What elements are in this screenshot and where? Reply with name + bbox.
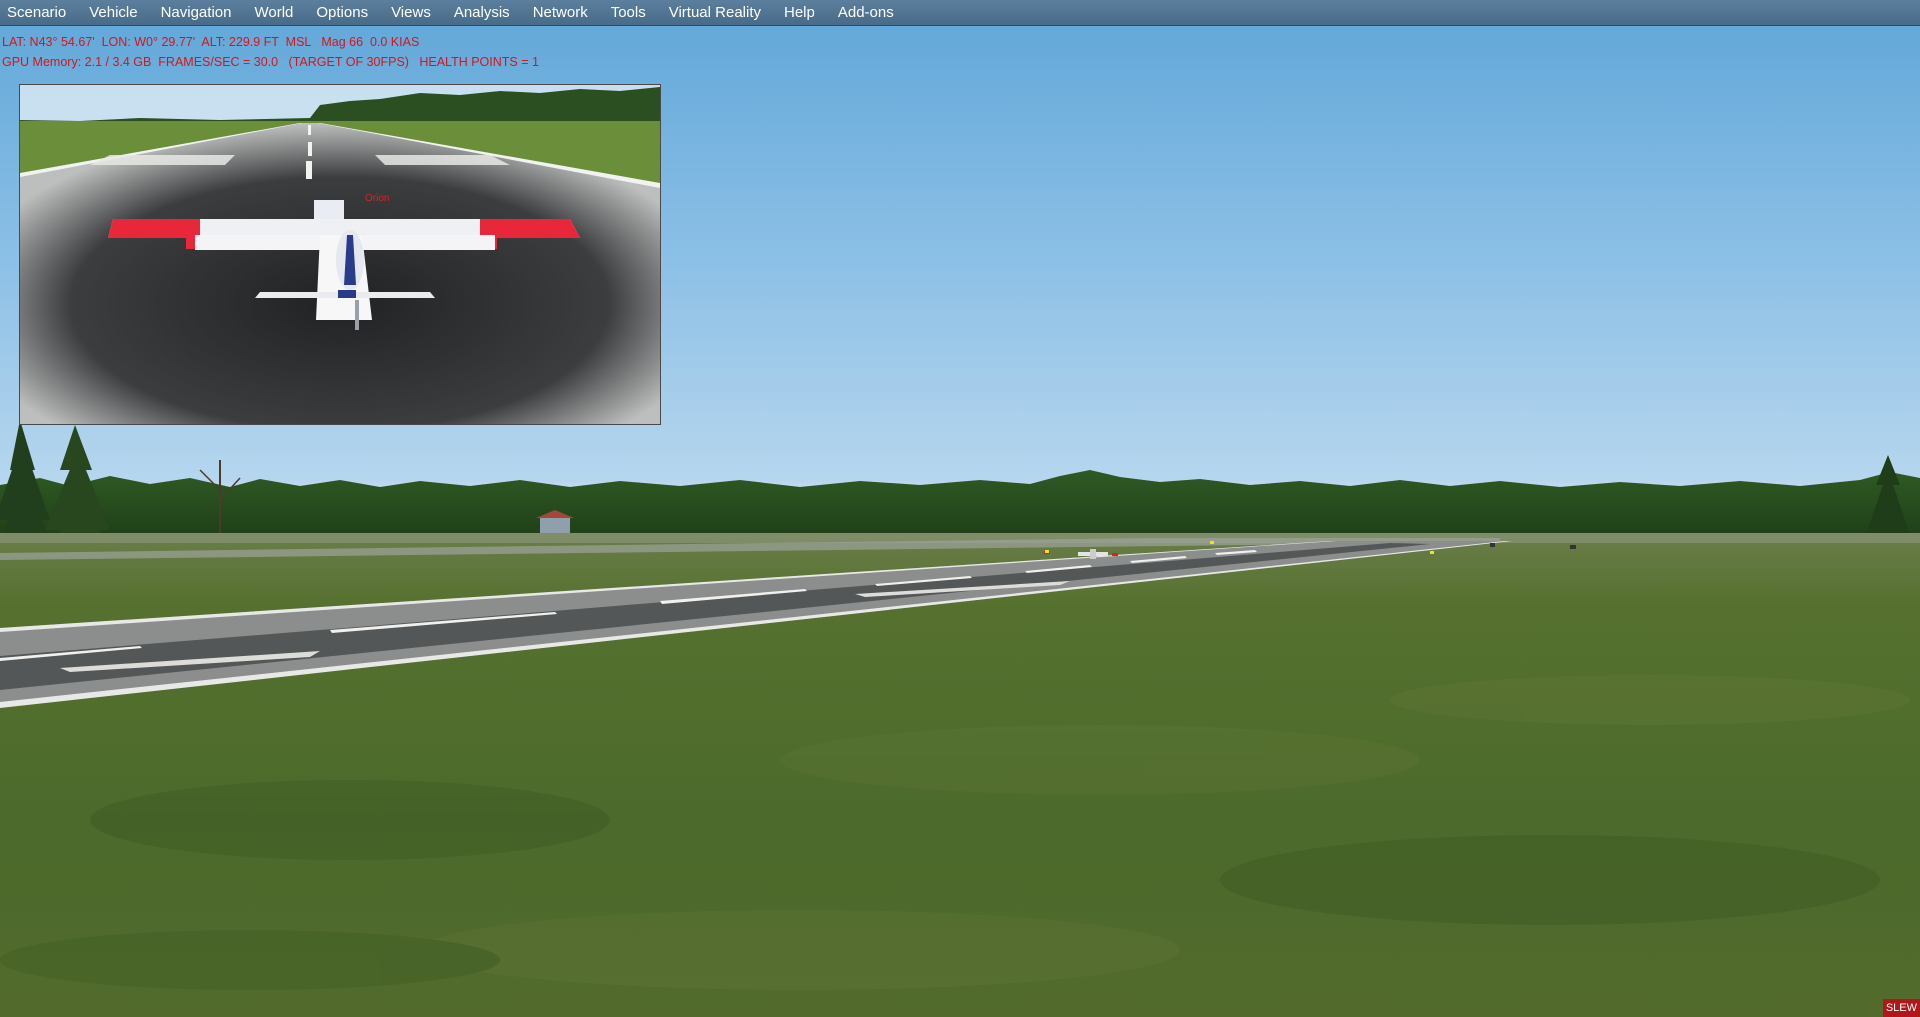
menu-navigation[interactable]: Navigation (161, 0, 232, 26)
hangar (540, 518, 570, 533)
menu-scenario[interactable]: Scenario (7, 0, 66, 26)
menu-network[interactable]: Network (533, 0, 588, 26)
menu-analysis[interactable]: Analysis (454, 0, 510, 26)
menu-world[interactable]: World (254, 0, 293, 26)
slew-indicator: SLEW (1882, 999, 1920, 1017)
menu-options[interactable]: Options (316, 0, 368, 26)
treeline (0, 470, 1920, 538)
menu-vehicle[interactable]: Vehicle (89, 0, 137, 26)
menu-add-ons[interactable]: Add-ons (838, 0, 894, 26)
inset-scene (20, 85, 660, 424)
performance-readout: GPU Memory: 2.1 / 3.4 GB FRAMES/SEC = 30… (2, 55, 539, 69)
position-readout: LAT: N43° 54.67' LON: W0° 29.77' ALT: 22… (2, 35, 420, 49)
menu-help[interactable]: Help (784, 0, 815, 26)
aircraft-camera-view[interactable]: Orion (19, 84, 661, 425)
menu-tools[interactable]: Tools (611, 0, 646, 26)
main-menu-bar: Scenario Vehicle Navigation World Option… (0, 0, 1920, 26)
menu-views[interactable]: Views (391, 0, 431, 26)
aircraft-callsign-label: Orion (365, 193, 390, 204)
simulator-viewport[interactable]: Orion (0, 0, 1920, 1017)
menu-virtual-reality[interactable]: Virtual Reality (669, 0, 761, 26)
